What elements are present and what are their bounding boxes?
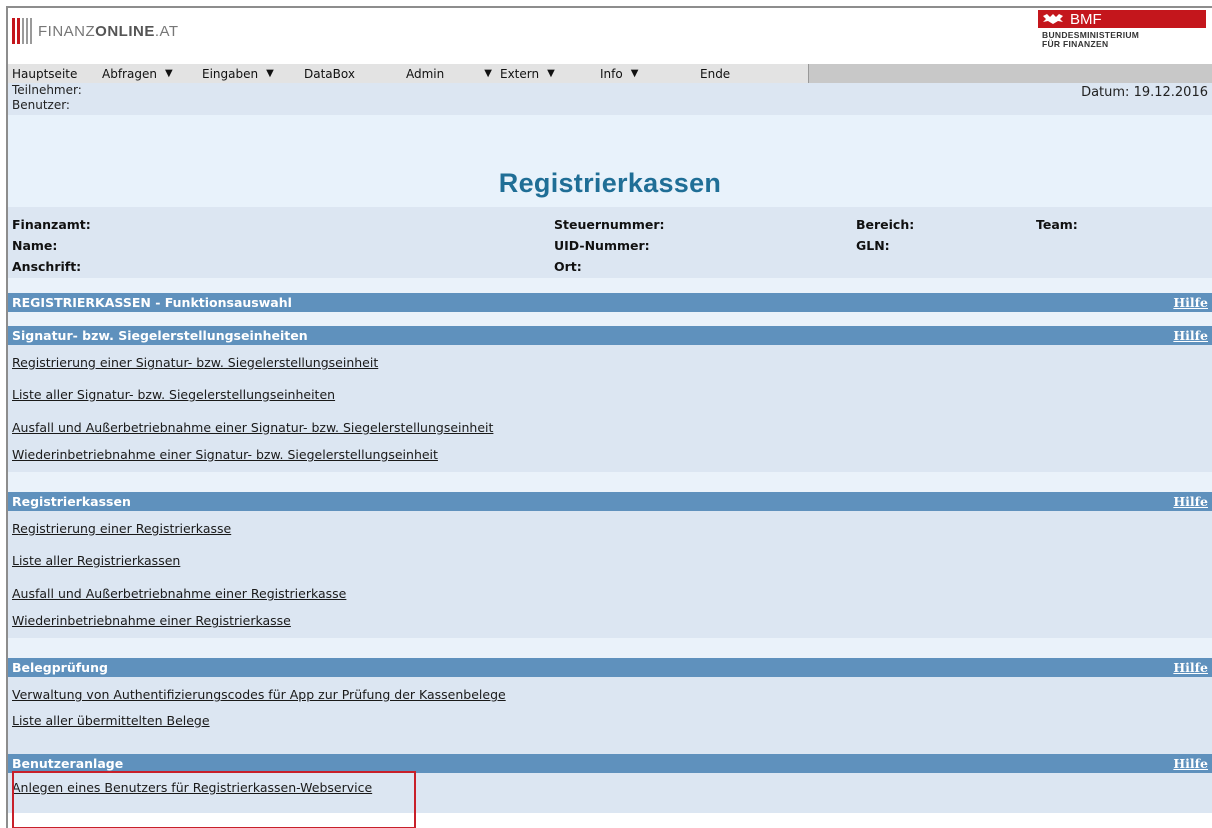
- link-list-cash-registers[interactable]: Liste aller Registrierkassen: [8, 553, 180, 568]
- help-link[interactable]: Hilfe: [1173, 756, 1208, 771]
- link-register-signature-unit[interactable]: Registrierung einer Signatur- bzw. Siege…: [8, 355, 378, 370]
- gln-label: GLN:: [856, 238, 890, 253]
- finanzamt-label: Finanzamt:: [12, 217, 91, 232]
- section-header-registrierkassen: Registrierkassen Hilfe: [8, 492, 1212, 511]
- user-label: Benutzer:: [12, 98, 70, 112]
- browser-frame: FINANZONLINE.AT BMF BUNDESMINISTERIUM FÜ…: [6, 6, 1212, 828]
- logo-bars-icon: [12, 18, 32, 44]
- bmf-fullname: BUNDESMINISTERIUM FÜR FINANZEN: [1042, 30, 1140, 49]
- menu-abfragen[interactable]: Abfragen ▼: [98, 64, 198, 83]
- help-link[interactable]: Hilfe: [1173, 328, 1208, 343]
- finanzonline-logo[interactable]: FINANZONLINE.AT: [12, 16, 179, 46]
- register-links: Registrierung einer Registrierkasse List…: [8, 511, 1212, 638]
- site-header: FINANZONLINE.AT BMF BUNDESMINISTERIUM FÜ…: [8, 8, 1212, 64]
- participant-label: Teilnehmer:: [12, 83, 82, 97]
- section-title: REGISTRIERKASSEN - Funktionsauswahl: [12, 295, 292, 310]
- section-title: Benutzeranlage: [12, 756, 124, 771]
- user-info-bar: Teilnehmer: Benutzer: Datum: 19.12.2016: [8, 83, 1212, 115]
- receipt-check-links: Verwaltung von Authentifizierungscodes f…: [8, 677, 1212, 754]
- menu-admin[interactable]: Admin ▼: [402, 64, 496, 83]
- eagle-icon: [1043, 14, 1063, 24]
- team-label: Team:: [1036, 217, 1078, 232]
- menu-ende[interactable]: Ende: [696, 64, 808, 83]
- section-title: Belegprüfung: [12, 660, 108, 675]
- caret-down-icon: ▼: [547, 68, 555, 79]
- section-header-belegpruefung: Belegprüfung Hilfe: [8, 658, 1212, 677]
- user-setup-links: Anlegen eines Benutzers für Registrierka…: [8, 773, 1212, 813]
- menu-eingaben[interactable]: Eingaben ▼: [198, 64, 300, 83]
- menu-info[interactable]: Info ▼: [596, 64, 696, 83]
- steuernummer-label: Steuernummer:: [554, 217, 665, 232]
- title-bar: Registrierkassen: [8, 115, 1212, 207]
- bmf-banner: BMF: [1038, 10, 1206, 28]
- bmf-logo[interactable]: BMF BUNDESMINISTERIUM FÜR FINANZEN: [1038, 10, 1206, 49]
- bereich-label: Bereich:: [856, 217, 915, 232]
- menu-databox[interactable]: DataBox: [300, 64, 402, 83]
- page-title: Registrierkassen: [498, 168, 722, 198]
- help-link[interactable]: Hilfe: [1173, 494, 1208, 509]
- link-list-receipts[interactable]: Liste aller übermittelten Belege: [8, 713, 210, 728]
- taxpayer-info: Finanzamt: Name: Anschrift: Steuernummer…: [8, 207, 1212, 278]
- bmf-short: BMF: [1070, 10, 1102, 28]
- link-reactivate-signature-unit[interactable]: Wiederinbetriebnahme einer Signatur- bzw…: [8, 447, 438, 462]
- link-list-signature-units[interactable]: Liste aller Signatur- bzw. Siegelerstell…: [8, 387, 335, 402]
- spacer: [8, 472, 1212, 492]
- section-header-funktionsauswahl: REGISTRIERKASSEN - Funktionsauswahl Hilf…: [8, 293, 1212, 312]
- link-reactivate-cash-register[interactable]: Wiederinbetriebnahme einer Registrierkas…: [8, 613, 291, 628]
- section-header-signatur: Signatur- bzw. Siegelerstellungseinheite…: [8, 326, 1212, 345]
- link-create-webservice-user[interactable]: Anlegen eines Benutzers für Registrierka…: [8, 780, 372, 795]
- spacer: [8, 638, 1212, 658]
- link-auth-codes[interactable]: Verwaltung von Authentifizierungscodes f…: [8, 687, 506, 702]
- uid-label: UID-Nummer:: [554, 238, 650, 253]
- link-failure-signature-unit[interactable]: Ausfall und Außerbetriebnahme einer Sign…: [8, 420, 493, 435]
- caret-down-icon: ▼: [164, 68, 173, 79]
- main-menu-bar: Hauptseite Abfragen ▼ Eingaben ▼ DataBox A…: [8, 64, 1212, 83]
- caret-down-icon: ▼: [266, 68, 274, 79]
- section-title: Signatur- bzw. Siegelerstellungseinheite…: [12, 328, 308, 343]
- help-link[interactable]: Hilfe: [1173, 660, 1208, 675]
- help-link[interactable]: Hilfe: [1173, 295, 1208, 310]
- spacer: [8, 312, 1212, 326]
- section-header-benutzeranlage: Benutzeranlage Hilfe: [8, 754, 1212, 773]
- caret-down-icon: ▼: [630, 68, 639, 79]
- main-menu: Hauptseite Abfragen ▼ Eingaben ▼ DataBox A…: [8, 64, 809, 83]
- link-failure-cash-register[interactable]: Ausfall und Außerbetriebnahme einer Regi…: [8, 586, 346, 601]
- menu-extern[interactable]: Extern ▼: [496, 64, 596, 83]
- anschrift-label: Anschrift:: [12, 259, 82, 274]
- signature-links: Registrierung einer Signatur- bzw. Siege…: [8, 345, 1212, 472]
- section-title: Registrierkassen: [12, 494, 131, 509]
- name-label: Name:: [12, 238, 58, 253]
- spacer: [8, 278, 1212, 293]
- menu-hauptseite[interactable]: Hauptseite: [8, 64, 98, 83]
- logo-text: FINANZONLINE.AT: [38, 22, 179, 40]
- link-register-cash-register[interactable]: Registrierung einer Registrierkasse: [8, 521, 231, 536]
- ort-label: Ort:: [554, 259, 582, 274]
- date-display: Datum: 19.12.2016: [1081, 85, 1208, 100]
- caret-down-icon: ▼: [484, 68, 492, 79]
